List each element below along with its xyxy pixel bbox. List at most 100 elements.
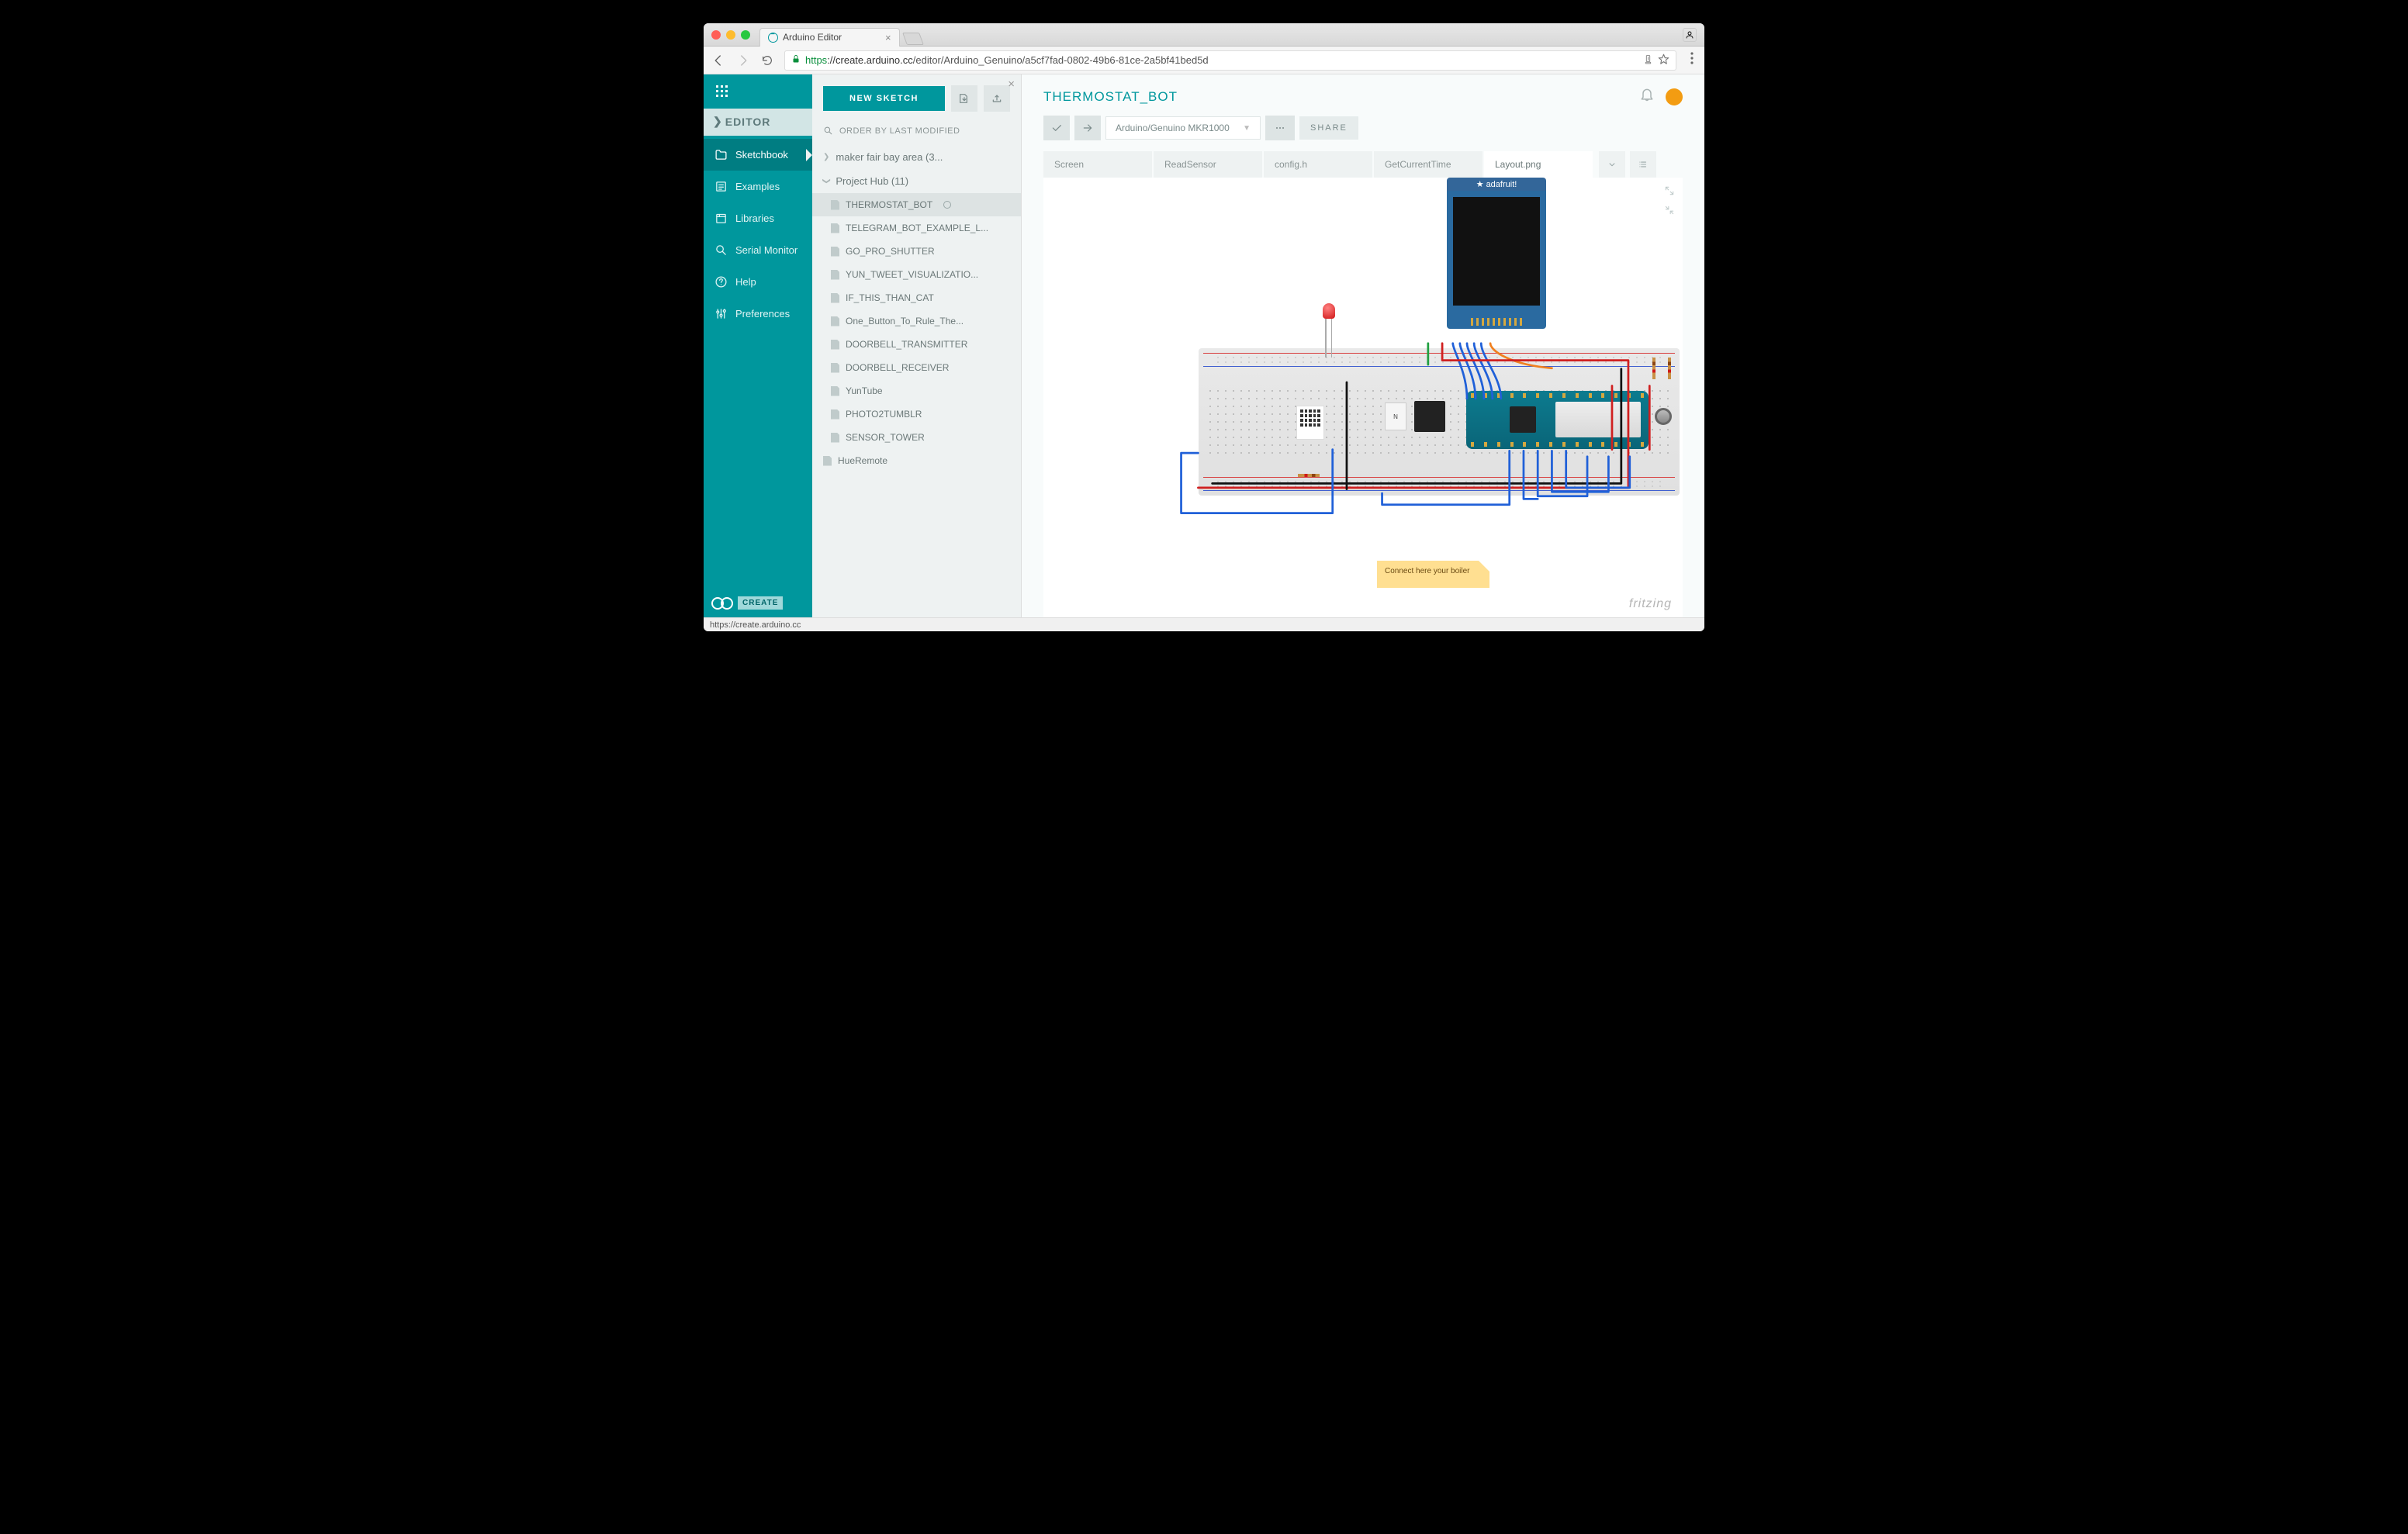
- sketch-doorbell-rx[interactable]: DOORBELL_RECEIVER: [812, 356, 1021, 379]
- sketch-thermostat-bot[interactable]: THERMOSTAT_BOT: [812, 193, 1021, 216]
- file-icon: [831, 316, 839, 326]
- help-icon: [714, 275, 728, 288]
- sticky-note: Connect here your boiler: [1377, 561, 1489, 588]
- sketch-photo2tumblr[interactable]: PHOTO2TUMBLR: [812, 403, 1021, 426]
- browser-toolbar: https://create.arduino.cc/editor/Arduino…: [704, 47, 1704, 74]
- back-button[interactable]: [711, 54, 725, 67]
- browser-tab[interactable]: Arduino Editor ×: [759, 28, 900, 47]
- sidebar-item-examples[interactable]: Examples: [704, 171, 812, 202]
- file-icon: [831, 270, 839, 280]
- file-icon: [831, 340, 839, 350]
- arduino-logo-icon: [711, 597, 733, 610]
- folder-maker-fair[interactable]: ❯ maker fair bay area (3...: [812, 145, 1021, 169]
- sidebar-item-sketchbook[interactable]: Sketchbook: [704, 139, 812, 171]
- window-titlebar: Arduino Editor ×: [704, 23, 1704, 47]
- tab-config[interactable]: config.h: [1264, 151, 1372, 178]
- tab-screen[interactable]: Screen: [1043, 151, 1152, 178]
- tab-dropdown-button[interactable]: [1599, 151, 1625, 178]
- reload-button[interactable]: [761, 54, 773, 67]
- chevron-down-icon: ▼: [1243, 124, 1251, 133]
- sketch-telegram-bot[interactable]: TELEGRAM_BOT_EXAMPLE_L...: [812, 216, 1021, 240]
- sketch-one-button[interactable]: One_Button_To_Rule_The...: [812, 309, 1021, 333]
- resistor: [1668, 358, 1671, 379]
- sketch-sensor-tower[interactable]: SENSOR_TOWER: [812, 426, 1021, 449]
- folder-icon: [714, 148, 728, 161]
- sketch-go-pro-shutter[interactable]: GO_PRO_SHUTTER: [812, 240, 1021, 263]
- file-icon: [831, 433, 839, 443]
- upload-button[interactable]: [1074, 116, 1101, 140]
- editor-brand: ❯EDITOR: [704, 109, 812, 136]
- traffic-lights[interactable]: [711, 30, 750, 40]
- apps-grid-icon[interactable]: [704, 74, 812, 109]
- new-sketch-button[interactable]: NEW SKETCH: [823, 86, 945, 111]
- list-icon: [714, 180, 728, 193]
- sketch-if-this-than-cat[interactable]: IF_THIS_THAN_CAT: [812, 286, 1021, 309]
- push-buttons: [1655, 408, 1683, 425]
- project-title: THERMOSTAT_BOT: [1043, 89, 1178, 105]
- board-selector[interactable]: Arduino/Genuino MKR1000▼: [1105, 116, 1261, 140]
- sidebar-item-libraries[interactable]: Libraries: [704, 202, 812, 234]
- tab-readsensor[interactable]: ReadSensor: [1154, 151, 1262, 178]
- sidebar-item-label: Serial Monitor: [735, 244, 797, 256]
- panel-close-icon[interactable]: ×: [1008, 78, 1015, 91]
- lock-icon: [791, 54, 801, 66]
- chevron-down-icon: ❯: [822, 178, 831, 184]
- resistor: [1652, 358, 1656, 379]
- sketch-hueremote[interactable]: HueRemote: [812, 449, 1021, 472]
- sync-icon: [943, 201, 951, 209]
- sketch-yun-tweet[interactable]: YUN_TWEET_VISUALIZATIO...: [812, 263, 1021, 286]
- new-tab-button[interactable]: [902, 33, 924, 45]
- sidebar-item-label: Sketchbook: [735, 149, 788, 161]
- sketch-yuntube[interactable]: YunTube: [812, 379, 1021, 403]
- sketchbook-panel: × NEW SKETCH ORDER BY LAST MODIFIED ❯ ma…: [812, 74, 1022, 617]
- expand-icon[interactable]: [1664, 185, 1675, 200]
- layout-canvas[interactable]: ★adafruit!: [1043, 178, 1683, 617]
- forward-button[interactable]: [736, 54, 750, 67]
- file-icon: [831, 409, 839, 420]
- file-icon: [831, 223, 839, 233]
- user-avatar[interactable]: [1666, 88, 1683, 105]
- search-icon: [823, 126, 833, 136]
- collapse-icon[interactable]: [1664, 205, 1675, 219]
- more-options-button[interactable]: [1265, 116, 1295, 140]
- bookmark-star-icon[interactable]: [1658, 54, 1669, 67]
- editor-main: THERMOSTAT_BOT Arduino/Genuino MKR1000▼ …: [1022, 74, 1704, 617]
- sidebar-item-label: Examples: [735, 181, 780, 192]
- address-bar[interactable]: https://create.arduino.cc/editor/Arduino…: [784, 50, 1676, 71]
- tab-list-button[interactable]: [1630, 151, 1656, 178]
- sidebar-item-label: Libraries: [735, 212, 774, 224]
- notifications-icon[interactable]: [1639, 87, 1655, 106]
- editor-toolbar: Arduino/Genuino MKR1000▼ SHARE: [1022, 114, 1704, 151]
- file-icon: [831, 293, 839, 303]
- chevron-right-icon: ❯: [713, 115, 723, 128]
- tab-close-icon[interactable]: ×: [885, 32, 891, 43]
- tab-getcurrenttime[interactable]: GetCurrentTime: [1374, 151, 1483, 178]
- sketch-doorbell-tx[interactable]: DOORBELL_TRANSMITTER: [812, 333, 1021, 356]
- url-text: https://create.arduino.cc/editor/Arduino…: [805, 54, 1638, 66]
- import-button[interactable]: [951, 85, 977, 112]
- sidebar-item-preferences[interactable]: Preferences: [704, 298, 812, 330]
- library-icon: [714, 212, 728, 225]
- sidebar-item-help[interactable]: Help: [704, 266, 812, 298]
- upload-cloud-button[interactable]: [984, 85, 1010, 112]
- app-sidebar: ❯EDITOR Sketchbook Examples Libraries Se…: [704, 74, 812, 617]
- chrome-profile-icon[interactable]: [1683, 28, 1697, 42]
- order-by-row[interactable]: ORDER BY LAST MODIFIED: [812, 119, 1021, 142]
- chrome-menu-icon[interactable]: [1687, 52, 1697, 68]
- sketch-tree: ❯ maker fair bay area (3... ❯ Project Hu…: [812, 142, 1021, 617]
- sidebar-item-label: Help: [735, 276, 756, 288]
- wires: [1113, 178, 1644, 594]
- file-icon: [831, 363, 839, 373]
- site-info-icon[interactable]: [1643, 54, 1653, 67]
- tab-title: Arduino Editor: [783, 32, 842, 43]
- arduino-create-badge[interactable]: CREATE: [704, 589, 812, 617]
- browser-status-bar: https://create.arduino.cc: [704, 617, 1704, 631]
- file-icon: [831, 247, 839, 257]
- arduino-favicon-icon: [768, 33, 778, 43]
- verify-button[interactable]: [1043, 116, 1070, 140]
- share-button[interactable]: SHARE: [1299, 116, 1358, 140]
- folder-project-hub[interactable]: ❯ Project Hub (11): [812, 169, 1021, 193]
- file-icon: [831, 200, 839, 210]
- sidebar-item-serial-monitor[interactable]: Serial Monitor: [704, 234, 812, 266]
- tab-layout-png[interactable]: Layout.png: [1484, 151, 1593, 178]
